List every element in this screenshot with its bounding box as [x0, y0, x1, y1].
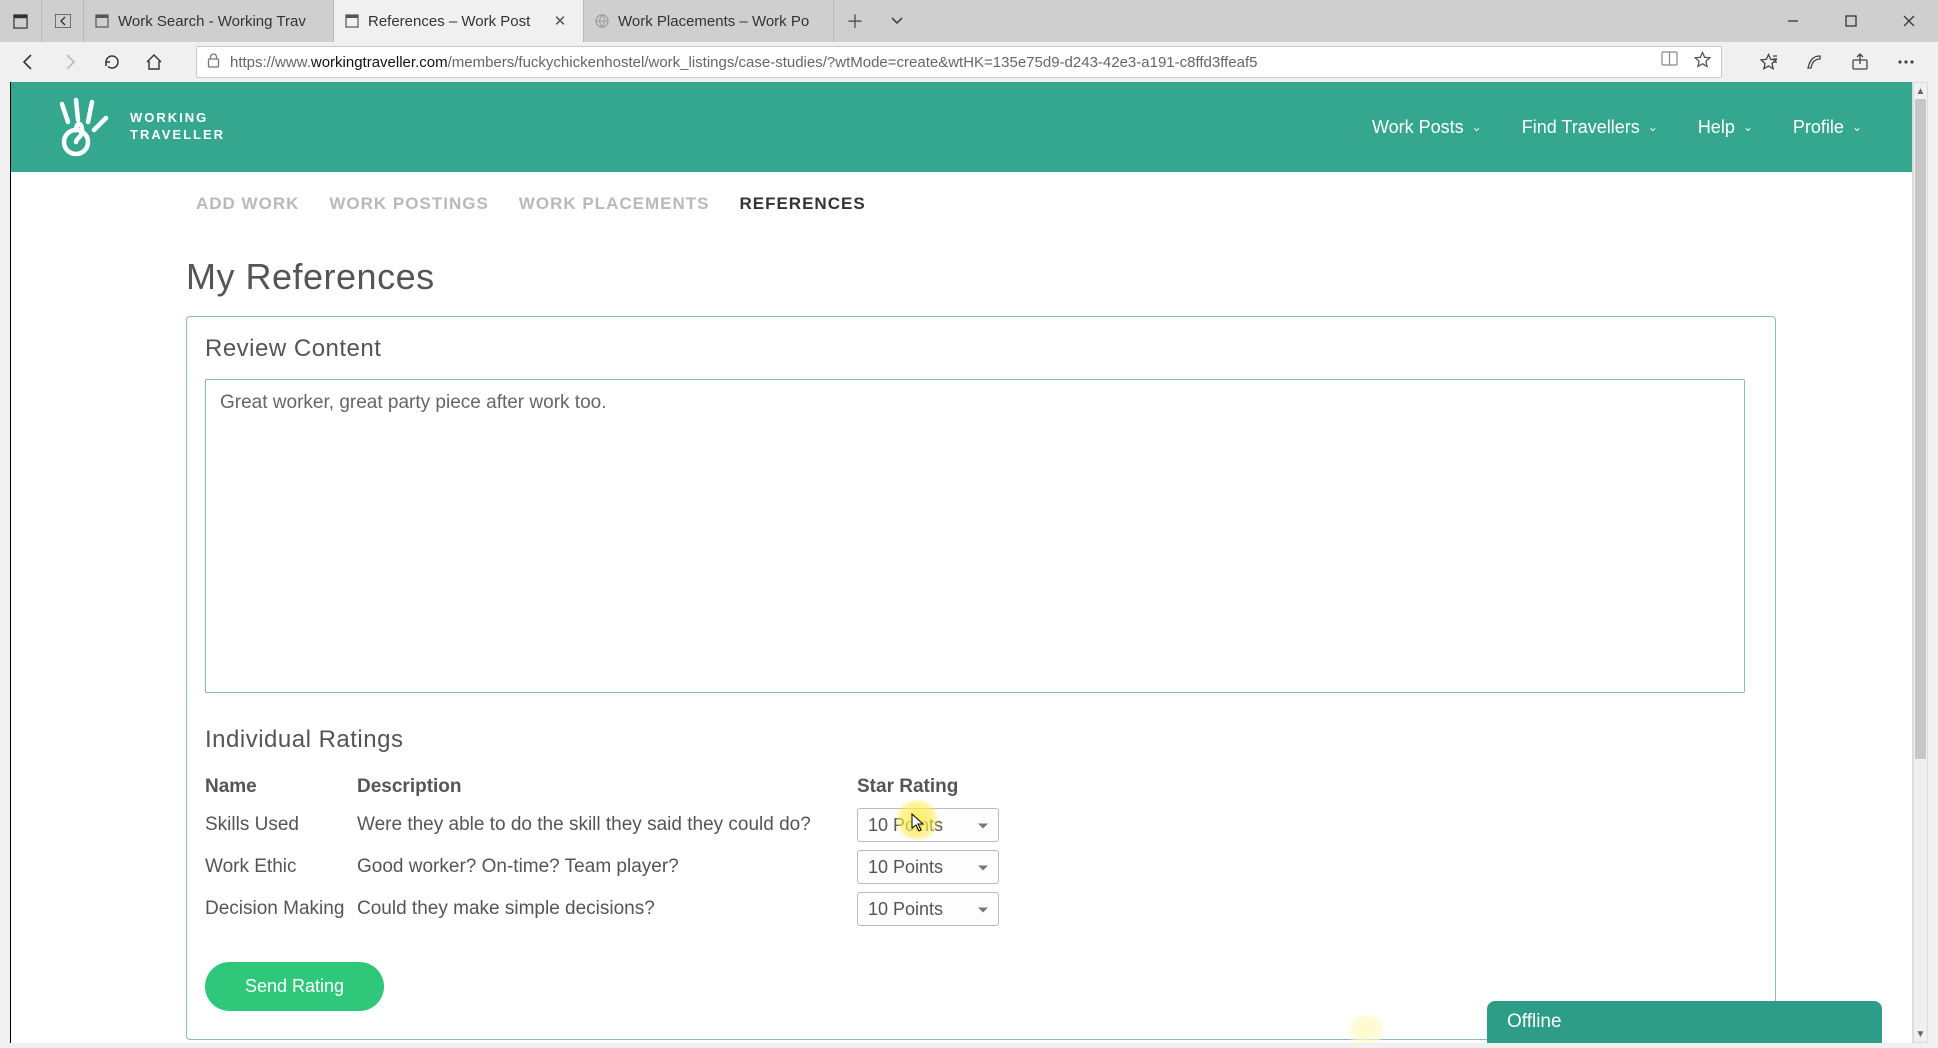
- tab-title: References – Work Post: [368, 13, 543, 30]
- globe-icon: [594, 13, 610, 29]
- rating-name: Work Ethic: [205, 846, 357, 888]
- review-textarea[interactable]: [205, 379, 1745, 693]
- page-icon: [344, 13, 360, 29]
- chevron-down-icon: ⌄: [1472, 120, 1482, 134]
- notes-button[interactable]: [1792, 44, 1836, 80]
- col-header-rating: Star Rating: [857, 772, 1003, 804]
- address-bar[interactable]: https://www.workingtraveller.com/members…: [196, 46, 1722, 78]
- tab-title: Work Placements – Work Po: [618, 13, 819, 30]
- tab-aside-icon[interactable]: [42, 0, 84, 42]
- close-window-button[interactable]: [1880, 0, 1938, 42]
- page-title: My References: [186, 256, 1912, 298]
- more-button[interactable]: [1884, 44, 1928, 80]
- chevron-down-icon: ⌄: [1648, 120, 1658, 134]
- page-icon: [94, 13, 110, 29]
- review-panel: Review Content Individual Ratings Name D…: [186, 316, 1776, 1040]
- address-row: https://www.workingtraveller.com/members…: [0, 42, 1938, 82]
- new-tab-button[interactable]: ＋: [834, 0, 876, 42]
- close-icon[interactable]: ✕: [551, 12, 569, 30]
- chevron-down-icon: ⌄: [1852, 120, 1862, 134]
- minimize-button[interactable]: [1764, 0, 1822, 42]
- scroll-up-button[interactable]: ▲: [1914, 83, 1927, 99]
- nav-help[interactable]: Help⌄: [1698, 117, 1753, 138]
- tab-strip: Work Search - Working Trav References – …: [0, 0, 1938, 42]
- maximize-button[interactable]: [1822, 0, 1880, 42]
- brand[interactable]: WORKING TRAVELLER: [46, 92, 225, 162]
- rating-select-value: 10 Points: [868, 815, 943, 836]
- share-button[interactable]: [1838, 44, 1882, 80]
- brand-text: WORKING TRAVELLER: [130, 110, 225, 144]
- tab-actions-icon[interactable]: [0, 0, 42, 42]
- favorites-button[interactable]: [1746, 44, 1790, 80]
- table-row: Work Ethic Good worker? On-time? Team pl…: [205, 846, 1003, 888]
- url-text: https://www.workingtraveller.com/members…: [230, 54, 1257, 71]
- main-content: My References Review Content Individual …: [11, 256, 1912, 1040]
- rating-select-value: 10 Points: [868, 857, 943, 878]
- reading-view-icon[interactable]: [1661, 51, 1678, 73]
- home-button[interactable]: [136, 44, 172, 80]
- scroll-thumb[interactable]: [1915, 99, 1926, 759]
- rating-select-ethic[interactable]: 10 Points: [857, 850, 999, 884]
- chat-status: Offline: [1507, 1011, 1562, 1033]
- toolbar-right: [1746, 44, 1928, 80]
- subtab-add-work[interactable]: ADD WORK: [196, 194, 299, 214]
- top-nav: Work Posts⌄ Find Travellers⌄ Help⌄ Profi…: [1372, 117, 1862, 138]
- col-header-description: Description: [357, 772, 857, 804]
- brand-logo-icon: [46, 92, 116, 162]
- tab-title: Work Search - Working Trav: [118, 13, 319, 30]
- browser-chrome: Work Search - Working Trav References – …: [0, 0, 1938, 82]
- refresh-button[interactable]: [94, 44, 130, 80]
- vertical-scrollbar[interactable]: ▲ ▼: [1913, 82, 1928, 1043]
- nav-profile[interactable]: Profile⌄: [1793, 117, 1862, 138]
- rating-select-decision[interactable]: 10 Points: [857, 892, 999, 926]
- review-heading: Review Content: [205, 335, 1757, 363]
- forward-button[interactable]: [52, 44, 88, 80]
- chevron-down-icon: ⌄: [1743, 120, 1753, 134]
- rating-select-skills[interactable]: 10 Points: [857, 808, 999, 842]
- table-row: Skills Used Were they able to do the ski…: [205, 804, 1003, 846]
- rating-desc: Good worker? On-time? Team player?: [357, 846, 857, 888]
- sub-tabs: ADD WORK WORK POSTINGS WORK PLACEMENTS R…: [11, 172, 1912, 234]
- nav-find-travellers[interactable]: Find Travellers⌄: [1522, 117, 1658, 138]
- send-rating-button[interactable]: Send Rating: [205, 962, 384, 1011]
- window-controls: [1764, 0, 1938, 42]
- rating-select-value: 10 Points: [868, 899, 943, 920]
- rating-desc: Were they able to do the skill they said…: [357, 804, 857, 846]
- site-header: WORKING TRAVELLER Work Posts⌄ Find Trave…: [11, 82, 1912, 172]
- browser-tab-3[interactable]: Work Placements – Work Po: [584, 0, 834, 42]
- rating-name: Skills Used: [205, 804, 357, 846]
- table-row: Decision Making Could they make simple d…: [205, 888, 1003, 930]
- ratings-table: Name Description Star Rating Skills Used…: [205, 772, 1003, 930]
- scroll-down-button[interactable]: ▼: [1914, 1026, 1927, 1042]
- tab-overflow-button[interactable]: [876, 0, 918, 42]
- back-button[interactable]: [10, 44, 46, 80]
- rating-name: Decision Making: [205, 888, 357, 930]
- individual-ratings-heading: Individual Ratings: [205, 726, 1757, 754]
- col-header-name: Name: [205, 772, 357, 804]
- subtab-work-placements[interactable]: WORK PLACEMENTS: [519, 194, 710, 214]
- chat-widget[interactable]: Offline: [1487, 1001, 1882, 1043]
- subtab-work-postings[interactable]: WORK POSTINGS: [329, 194, 488, 214]
- page-viewport: WORKING TRAVELLER Work Posts⌄ Find Trave…: [10, 82, 1913, 1043]
- browser-tab-1[interactable]: Work Search - Working Trav: [84, 0, 334, 42]
- nav-work-posts[interactable]: Work Posts⌄: [1372, 117, 1482, 138]
- lock-icon: [207, 53, 220, 72]
- subtab-references[interactable]: REFERENCES: [739, 194, 865, 214]
- favorite-star-icon[interactable]: [1694, 51, 1711, 73]
- browser-tab-2[interactable]: References – Work Post ✕: [334, 0, 584, 42]
- rating-desc: Could they make simple decisions?: [357, 888, 857, 930]
